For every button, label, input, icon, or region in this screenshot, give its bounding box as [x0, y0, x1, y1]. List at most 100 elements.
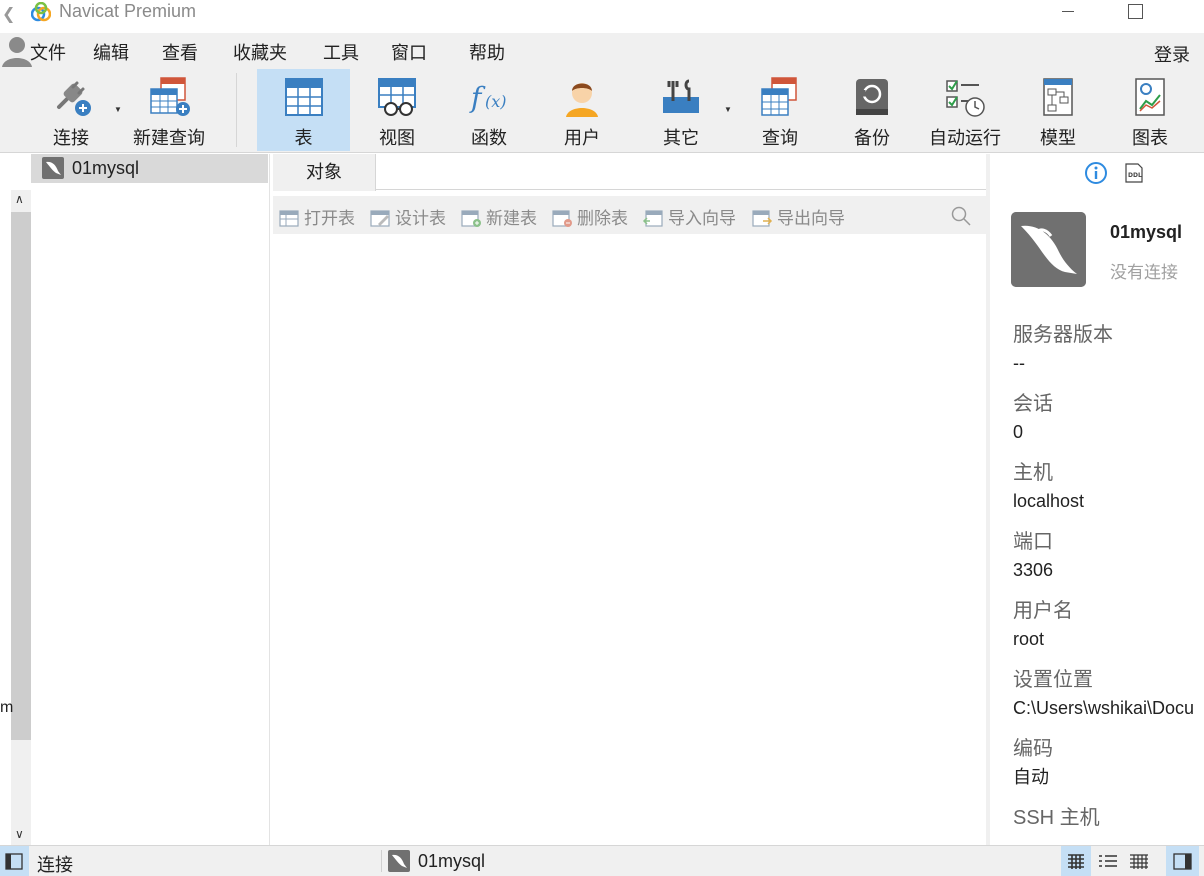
info-field-label: 编码 [1013, 738, 1053, 760]
delete-table-label: 删除表 [577, 209, 628, 228]
grid-view-icon[interactable] [1061, 846, 1091, 876]
menu-favorites[interactable]: 收藏夹 [233, 39, 287, 65]
new-table-button[interactable]: 新建表 [460, 204, 537, 228]
model-icon [1043, 78, 1073, 116]
delete-table-icon [552, 210, 572, 227]
toggle-info-pane-icon[interactable] [1166, 846, 1199, 876]
clipped-text: m [0, 699, 14, 716]
toolbar-separator [236, 73, 237, 147]
view-icon [378, 78, 416, 116]
user-avatar-icon[interactable] [0, 33, 34, 67]
delete-table-button[interactable]: 删除表 [551, 204, 628, 228]
others-button[interactable]: 其它 ▼ [636, 69, 732, 151]
detail-view-icon[interactable] [1124, 846, 1154, 876]
model-label: 模型 [1040, 128, 1076, 148]
open-table-label: 打开表 [304, 209, 355, 228]
window-title: Navicat Premium [59, 1, 197, 21]
toggle-navigator-icon[interactable] [0, 846, 29, 876]
connect-dropdown-icon[interactable]: ▼ [114, 105, 122, 114]
list-view-icon[interactable] [1093, 846, 1123, 876]
export-wizard-icon [752, 210, 773, 227]
menu-help[interactable]: 帮助 [469, 39, 505, 65]
backup-button[interactable]: 备份 [827, 69, 917, 151]
design-table-button[interactable]: 设计表 [369, 204, 446, 228]
svg-text:DDL: DDL [1128, 172, 1142, 179]
status-left-label: 连接 [37, 855, 73, 875]
maximize-button[interactable] [1112, 0, 1158, 24]
query-label: 查询 [762, 128, 798, 148]
search-icon[interactable] [950, 205, 972, 227]
menu-bar: 文件 编辑 查看 收藏夹 工具 窗口 帮助 登录 [0, 33, 1204, 69]
info-field-username: 用户名 root [1013, 598, 1204, 651]
query-icon [761, 77, 797, 116]
menu-tools[interactable]: 工具 [323, 39, 359, 65]
info-field-value: 3306 [1013, 560, 1054, 580]
info-field-label: 端口 [1013, 531, 1053, 553]
query-button[interactable]: 查询 [735, 69, 825, 151]
menu-file[interactable]: 文件 [30, 39, 66, 65]
info-field-label: 会话 [1013, 393, 1053, 415]
object-toolbar: 打开表 设计表 新建表 删除表 导入向导 导出向导 [273, 196, 986, 234]
navigator-pane: 01mysql ∧ ∨ m [0, 154, 270, 845]
svg-text:f: f [469, 81, 486, 114]
table-button[interactable]: 表 [257, 69, 350, 151]
info-field-label: 设置位置 [1013, 669, 1093, 691]
chart-label: 图表 [1132, 128, 1168, 148]
info-connection-status: 没有连接 [1110, 263, 1178, 282]
others-dropdown-icon[interactable]: ▼ [724, 105, 732, 114]
scroll-up-icon[interactable]: ∧ [15, 192, 24, 206]
view-button[interactable]: 视图 [352, 69, 442, 151]
model-button[interactable]: 模型 [1013, 69, 1103, 151]
menu-window[interactable]: 窗口 [391, 39, 427, 65]
back-arrow-icon[interactable]: ❮ [2, 4, 15, 24]
export-wizard-button[interactable]: 导出向导 [751, 204, 845, 228]
login-link[interactable]: 登录 [1154, 41, 1190, 67]
table-icon [284, 78, 323, 116]
view-label: 视图 [379, 128, 415, 148]
mysql-dolphin-icon [42, 157, 64, 179]
scrollbar-thumb[interactable] [11, 212, 31, 740]
status-connection-name: 01mysql [418, 851, 486, 871]
navigator-connection-item[interactable]: 01mysql [31, 154, 268, 183]
mysql-connection-icon [1011, 212, 1086, 287]
navicat-logo-icon [31, 2, 51, 22]
automation-label: 自动运行 [929, 128, 1001, 148]
menu-edit[interactable]: 编辑 [93, 39, 129, 65]
table-label: 表 [294, 128, 313, 148]
import-wizard-button[interactable]: 导入向导 [642, 204, 736, 228]
status-mysql-icon [388, 850, 410, 872]
user-label: 用户 [564, 128, 600, 148]
scroll-down-icon[interactable]: ∨ [15, 827, 24, 841]
import-wizard-icon [642, 210, 663, 227]
others-label: 其它 [663, 128, 699, 148]
navigator-scrollbar[interactable]: ∧ ∨ [11, 190, 31, 845]
info-field-sessions: 会话 0 [1013, 391, 1204, 444]
info-field-settings-location: 设置位置 C:\Users\wshikai\Docu [1013, 667, 1204, 720]
svg-text:(x): (x) [485, 92, 507, 111]
info-icon[interactable] [1084, 161, 1108, 185]
user-icon [566, 83, 598, 117]
plug-icon [57, 81, 91, 116]
tab-objects[interactable]: 对象 [273, 154, 376, 191]
object-list-area[interactable] [273, 234, 986, 845]
open-table-button[interactable]: 打开表 [278, 204, 355, 228]
info-field-value: root [1013, 629, 1045, 649]
menu-view[interactable]: 查看 [162, 39, 198, 65]
connect-button[interactable]: 连接 ▼ [30, 69, 122, 151]
main-toolbar: 连接 ▼ 新建查询 表 视图 f (x) 函数 用户 其它 ▼ 查询 备份 自动… [0, 69, 1204, 153]
new-table-label: 新建表 [486, 209, 537, 228]
user-button[interactable]: 用户 [537, 69, 627, 151]
info-connection-name: 01mysql [1110, 222, 1183, 242]
function-icon: f (x) [469, 81, 507, 114]
automation-button[interactable]: 自动运行 [920, 69, 1010, 151]
info-field-ssh-host: SSH 主机 [1013, 805, 1204, 834]
ddl-icon[interactable]: DDL [1123, 162, 1145, 184]
info-field-server-version: 服务器版本 -- [1013, 322, 1204, 375]
info-field-value: localhost [1013, 491, 1085, 511]
chart-button[interactable]: 图表 [1105, 69, 1195, 151]
new-query-button[interactable]: 新建查询 [124, 69, 214, 151]
new-query-label: 新建查询 [133, 128, 205, 148]
function-button[interactable]: f (x) 函数 [444, 69, 534, 151]
info-field-label: 用户名 [1013, 600, 1073, 622]
minimize-button[interactable] [1046, 0, 1092, 24]
